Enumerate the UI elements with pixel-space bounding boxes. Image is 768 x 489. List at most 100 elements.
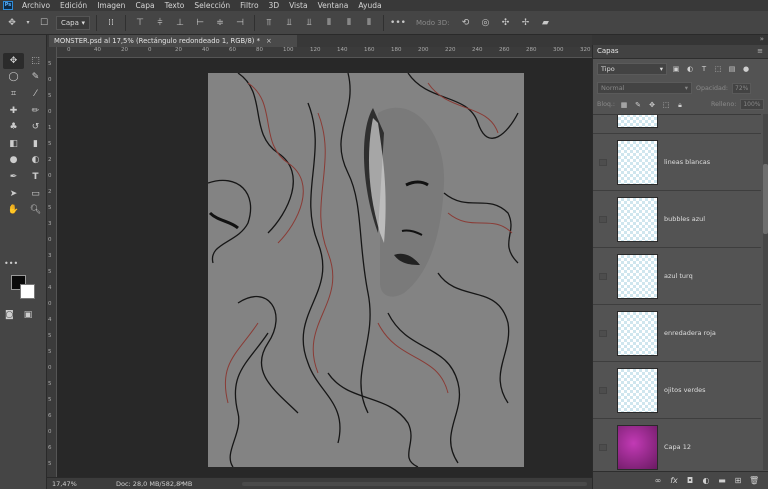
background-color-swatch[interactable] [20,284,35,299]
trash-icon[interactable]: 🗑︎ [749,476,759,486]
hand-tool-icon[interactable]: ✋ [3,202,24,218]
artboard[interactable] [207,72,524,468]
distribute-bottom-icon[interactable]: ⫫ [301,15,317,31]
menu-imagen[interactable]: Imagen [92,1,130,10]
layer-row[interactable] [593,115,761,134]
move-tool-preset-icon[interactable]: ✥ [4,15,20,31]
lock-artboard-icon[interactable]: ⬚ [661,100,671,110]
brush-tool-icon[interactable]: ✏ [25,103,46,119]
healing-brush-tool-icon[interactable]: ✚ [3,103,24,119]
rectangle-tool-icon[interactable]: ▭ [25,186,46,202]
distribute-hcenter-icon[interactable]: ⦀ [341,15,357,31]
menu-ventana[interactable]: Ventana [313,1,354,10]
new-group-icon[interactable]: ▬ [717,476,727,486]
filter-pixel-icon[interactable]: ▣ [671,64,681,74]
status-menu-arrow[interactable]: > [179,480,184,487]
layer-row[interactable]: azul turq [593,248,761,305]
slide-3d-icon[interactable]: ✢ [517,15,533,31]
visibility-icon[interactable] [599,273,607,280]
close-icon[interactable]: × [266,37,272,45]
scale-3d-icon[interactable]: ▰ [537,15,553,31]
roll-3d-icon[interactable]: ◎ [477,15,493,31]
filter-smart-object-icon[interactable]: ▤ [727,64,737,74]
pan-3d-icon[interactable]: ✣ [497,15,513,31]
collapse-panels-icon[interactable]: » [760,35,764,43]
visibility-icon[interactable] [599,444,607,451]
filter-shape-icon[interactable]: ⬚ [713,64,723,74]
zoom-tool-icon[interactable]: 🔍︎ [25,202,46,218]
quick-select-tool-icon[interactable]: ✎ [25,70,46,86]
type-tool-icon[interactable]: T [25,169,46,185]
visibility-icon[interactable] [599,387,607,394]
menu-texto[interactable]: Texto [160,1,190,10]
filter-adjustment-icon[interactable]: ◐ [685,64,695,74]
filter-toggle-icon[interactable]: ● [741,64,751,74]
chevron-down-icon[interactable]: ▾ [24,15,32,31]
layer-row[interactable]: Capa 12 [593,419,761,470]
zoom-level[interactable]: 17,47% [52,480,77,488]
layer-row[interactable]: lineas blancas [593,134,761,191]
distribute-left-icon[interactable]: ⦀ [321,15,337,31]
color-swatches[interactable] [11,275,41,303]
menu-ayuda[interactable]: Ayuda [353,1,386,10]
more-options-icon[interactable]: ••• [390,15,406,31]
layer-row[interactable]: enredadera roja [593,305,761,362]
blend-mode-select[interactable]: Normal ▾ [597,82,692,94]
menu-archivo[interactable]: Archivo [17,1,55,10]
link-layers-icon[interactable]: ∞ [653,476,663,486]
menu-edicion[interactable]: Edición [55,1,92,10]
fill-input[interactable]: 100% [740,99,764,110]
align-vcenter-icon[interactable]: ⫩ [152,15,168,31]
path-selection-tool-icon[interactable]: ➤ [3,186,24,202]
align-hcenter-icon[interactable]: ≑ [212,15,228,31]
menu-seleccion[interactable]: Selección [189,1,235,10]
scrollbar-thumb[interactable] [763,164,768,234]
horizontal-scrollbar[interactable] [242,482,587,486]
layers-panel-title[interactable]: Capas [597,47,619,55]
lock-transparency-icon[interactable]: ▦ [619,100,629,110]
gradient-tool-icon[interactable]: ▮ [25,136,46,152]
pen-tool-icon[interactable]: ✒ [3,169,24,185]
new-layer-icon[interactable]: ⊞ [733,476,743,486]
eraser-tool-icon[interactable]: ◧ [3,136,24,152]
layers-scrollbar[interactable] [763,114,768,470]
panel-menu-icon[interactable]: ≡ [757,47,763,55]
lock-pixels-icon[interactable]: ✎ [633,100,643,110]
transform-controls-icon[interactable]: ⁞⁞ [103,15,119,31]
align-top-icon[interactable]: ⊤ [132,15,148,31]
quick-mask-icon[interactable]: ◙ [5,310,14,320]
clone-stamp-tool-icon[interactable]: ♣ [3,119,24,135]
orbit-3d-icon[interactable]: ⟲ [457,15,473,31]
layer-style-fx-icon[interactable]: fx [669,476,679,486]
add-mask-icon[interactable]: ◘ [685,476,695,486]
dodge-tool-icon[interactable]: ◐ [25,153,46,169]
document-tab[interactable]: MONSTER.psd al 17,5% (Rectángulo redonde… [49,35,297,47]
auto-select-target-select[interactable]: Capa ▾ [56,15,90,30]
lock-all-icon[interactable]: 🔒︎ [675,100,685,110]
layer-row[interactable]: ojitos verdes [593,362,761,419]
distribute-top-icon[interactable]: ⫪ [261,15,277,31]
crop-tool-icon[interactable]: ⌗ [3,86,24,102]
layer-row[interactable]: bubbles azul [593,191,761,248]
history-brush-tool-icon[interactable]: ↺ [25,119,46,135]
opacity-input[interactable]: 72% [732,82,752,94]
lock-position-icon[interactable]: ✥ [647,100,657,110]
visibility-icon[interactable] [599,159,607,166]
visibility-icon[interactable] [599,216,607,223]
move-tool-icon[interactable]: ✥ [3,53,24,69]
align-bottom-icon[interactable]: ⊥ [172,15,188,31]
marquee-tool-icon[interactable]: ⬚ [25,53,46,69]
distribute-right-icon[interactable]: ⦀ [361,15,377,31]
menu-filtro[interactable]: Filtro [235,1,263,10]
menu-3d[interactable]: 3D [264,1,285,10]
align-left-icon[interactable]: ⊢ [192,15,208,31]
auto-select-checkbox-icon[interactable]: ☐ [36,15,52,31]
eyedropper-tool-icon[interactable]: ⁄ [25,86,46,102]
visibility-icon[interactable] [599,330,607,337]
align-right-icon[interactable]: ⊣ [232,15,248,31]
more-tools-icon[interactable]: ••• [4,259,18,268]
lasso-tool-icon[interactable]: ◯ [3,70,24,86]
adjustment-layer-icon[interactable]: ◐ [701,476,711,486]
layer-filter-select[interactable]: Tipo ▾ [597,63,667,75]
menu-vista[interactable]: Vista [284,1,313,10]
